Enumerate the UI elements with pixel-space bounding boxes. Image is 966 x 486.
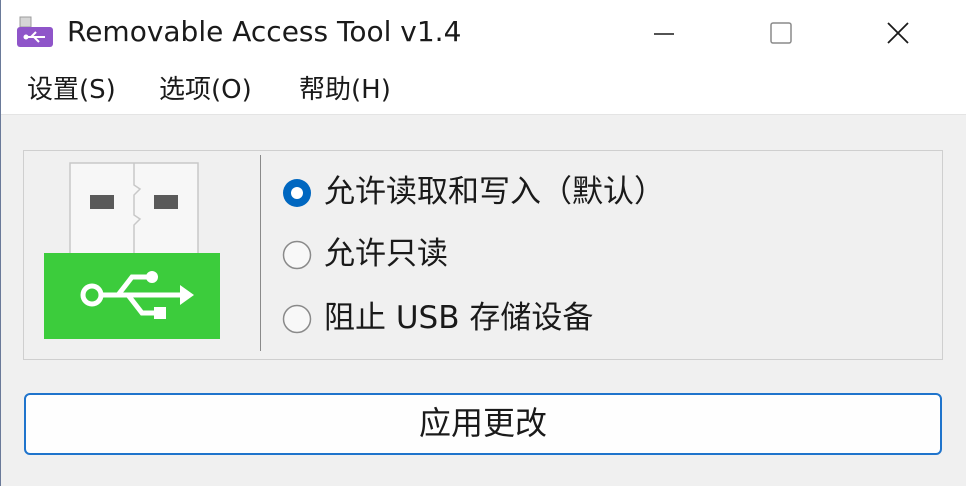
- title-bar[interactable]: Removable Access Tool v1.4: [1, 0, 966, 66]
- apply-changes-button[interactable]: 应用更改: [24, 393, 942, 455]
- menu-bar: 设置(S) 选项(O) 帮助(H): [1, 66, 966, 115]
- radio-unselected-icon: [282, 240, 312, 270]
- radio-label: 阻止 USB 存储设备: [324, 300, 594, 336]
- app-window: Removable Access Tool v1.4 设置(S) 选项(O) 帮…: [0, 0, 966, 486]
- menu-settings[interactable]: 设置(S): [27, 72, 116, 108]
- minimize-icon: [654, 33, 674, 35]
- panel-divider: [260, 155, 261, 351]
- close-icon: [887, 22, 909, 44]
- radio-label: 允许读取和写入（默认）: [324, 174, 665, 210]
- radio-label: 允许只读: [324, 236, 448, 272]
- close-button[interactable]: [840, 0, 956, 66]
- menu-options[interactable]: 选项(O): [159, 72, 252, 108]
- maximize-icon: [770, 22, 792, 44]
- usb-plug-icon: [44, 161, 224, 341]
- menu-help[interactable]: 帮助(H): [299, 72, 391, 108]
- minimize-button[interactable]: [606, 0, 722, 66]
- radio-selected-icon: [283, 179, 311, 207]
- window-title: Removable Access Tool v1.4: [67, 15, 462, 48]
- usb-drive-icon: [17, 15, 53, 51]
- radio-unselected-icon: [282, 304, 312, 334]
- options-panel: 允许读取和写入（默认） 允许只读 阻止 USB 存储设备: [23, 150, 943, 360]
- maximize-button[interactable]: [723, 0, 839, 66]
